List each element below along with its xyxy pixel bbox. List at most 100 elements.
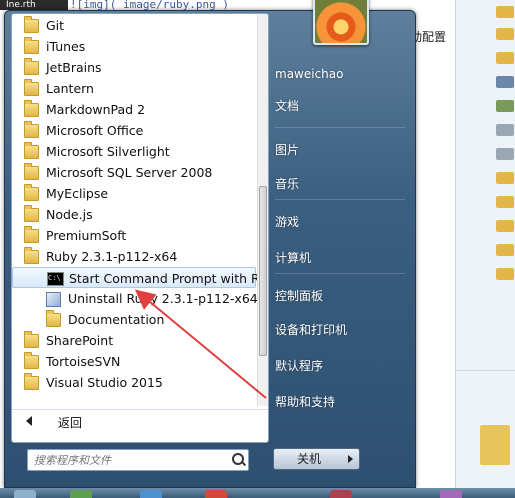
program-label: Ruby 2.3.1-p112-x64	[46, 249, 178, 264]
program-list: Git iTunes JetBrains Lantern MarkdownPad 2 Mi…	[12, 14, 268, 406]
folder-icon	[24, 121, 39, 138]
program-label: PremiumSoft	[46, 228, 127, 243]
explorer-folder-icon	[496, 28, 514, 40]
start-right-item-devices-printers[interactable]: 设备和打印机	[275, 319, 407, 341]
taskbar-app-icon[interactable]	[70, 490, 92, 498]
program-folder-item[interactable]: JetBrains	[12, 57, 256, 78]
program-folder-item[interactable]: Microsoft Silverlight	[12, 141, 256, 162]
folder-icon	[24, 100, 39, 117]
drive-icon	[496, 148, 514, 160]
program-folder-item[interactable]: MyEclipse	[12, 183, 256, 204]
start-menu-right-pane: maweichao 文档图片音乐游戏计算机控制面板设备和打印机 默认程序帮助和支持…	[267, 0, 415, 487]
editor-tab[interactable]: Ine.rth	[0, 0, 68, 10]
computer-icon	[496, 76, 514, 88]
taskbar-app-icon[interactable]	[205, 490, 227, 498]
program-folder-item[interactable]: SharePoint	[12, 330, 256, 351]
drive-icon	[496, 100, 514, 112]
program-label: TortoiseSVN	[46, 354, 121, 369]
program-label: Microsoft Office	[46, 123, 144, 138]
program-folder-item[interactable]: Node.js	[12, 204, 256, 225]
back-arrow-icon	[26, 416, 32, 426]
program-label: Documentation	[68, 312, 165, 327]
program-label: Microsoft Silverlight	[46, 144, 170, 159]
folder-icon	[24, 373, 39, 390]
program-folder-item[interactable]: PremiumSoft	[12, 225, 256, 246]
large-folder-icon	[480, 425, 510, 465]
program-label: Uninstall Ruby 2.3.1-p112-x64	[68, 291, 258, 306]
explorer-folder-icon	[496, 244, 514, 256]
program-shortcut-item[interactable]: Documentation	[12, 309, 256, 330]
user-name-link[interactable]: maweichao	[275, 63, 407, 85]
program-label: SharePoint	[46, 333, 114, 348]
program-folder-item[interactable]: TortoiseSVN	[12, 351, 256, 372]
scrollbar-thumb[interactable]	[259, 186, 267, 356]
back-label: 返回	[58, 416, 83, 430]
folder-icon	[24, 184, 39, 201]
explorer-side-pane	[455, 0, 515, 498]
program-folder-item[interactable]: Microsoft Office	[12, 120, 256, 141]
folder-icon	[24, 205, 39, 222]
markdown-code-line: ![img]( image/ruby.png )	[70, 0, 229, 11]
program-folder-item[interactable]: Microsoft SQL Server 2008	[12, 162, 256, 183]
program-folder-item[interactable]: iTunes	[12, 36, 256, 57]
right-pane-separator	[275, 199, 405, 200]
user-avatar[interactable]	[313, 0, 369, 45]
program-folder-item[interactable]: Ruby 2.3.1-p112-x64	[12, 246, 256, 267]
program-label: iTunes	[46, 39, 86, 54]
folder-icon	[24, 226, 39, 243]
program-label: Git	[46, 18, 65, 33]
program-shortcut-item[interactable]: C:\ Start Command Prompt with Ruby	[12, 267, 268, 288]
start-right-item-documents[interactable]: 文档	[275, 95, 407, 117]
start-right-item-control-panel[interactable]: 控制面板	[275, 285, 407, 307]
program-folder-item[interactable]: Lantern	[12, 78, 256, 99]
program-label: Microsoft SQL Server 2008	[46, 165, 213, 180]
start-right-item-computer[interactable]: 计算机	[275, 247, 407, 269]
folder-icon	[46, 310, 61, 327]
program-folder-item[interactable]: Visual Studio 2015	[12, 372, 256, 393]
search-icon[interactable]	[232, 453, 244, 465]
program-label: JetBrains	[46, 60, 102, 75]
start-right-item-help-support[interactable]: 帮助和支持	[275, 391, 407, 413]
search-input[interactable]	[32, 451, 226, 469]
back-button[interactable]: 返回	[12, 409, 268, 434]
folder-icon	[24, 79, 39, 96]
shutdown-options-button[interactable]	[343, 448, 360, 470]
program-label: Start Command Prompt with Ruby	[69, 271, 269, 286]
command-prompt-icon: C:\	[47, 272, 64, 286]
program-label: Lantern	[46, 81, 94, 96]
folder-icon	[24, 58, 39, 75]
folder-icon	[24, 142, 39, 159]
start-right-item-music[interactable]: 音乐	[275, 173, 407, 195]
explorer-folder-icon	[496, 172, 514, 184]
explorer-folder-icon	[496, 196, 514, 208]
uninstall-icon	[46, 292, 61, 307]
explorer-folder-icon	[496, 268, 514, 280]
search-box[interactable]	[27, 449, 249, 471]
folder-icon	[24, 163, 39, 180]
program-folder-item[interactable]: Git	[12, 15, 256, 36]
start-right-item-games[interactable]: 游戏	[275, 211, 407, 233]
folder-icon	[24, 16, 39, 33]
program-label: MarkdownPad 2	[46, 102, 146, 117]
taskbar-app-icon[interactable]	[140, 490, 162, 498]
start-menu: Git iTunes JetBrains Lantern MarkdownPad 2 Mi…	[4, 0, 416, 488]
start-right-item-default-programs[interactable]: 默认程序	[275, 355, 407, 377]
folder-icon	[24, 352, 39, 369]
folder-icon	[24, 331, 39, 348]
folder-icon	[24, 247, 39, 264]
start-orb-icon[interactable]	[14, 490, 36, 498]
folder-icon	[24, 37, 39, 54]
explorer-folder-icon	[496, 6, 514, 18]
program-shortcut-item[interactable]: Uninstall Ruby 2.3.1-p112-x64	[12, 288, 258, 309]
right-pane-separator	[275, 273, 405, 274]
taskbar-app-icon[interactable]	[440, 490, 462, 498]
start-right-item-pictures[interactable]: 图片	[275, 139, 407, 161]
program-label: Visual Studio 2015	[46, 375, 163, 390]
taskbar-app-icon[interactable]	[330, 490, 352, 498]
divider	[456, 370, 515, 371]
right-pane-separator	[275, 127, 405, 128]
program-folder-item[interactable]: MarkdownPad 2	[12, 99, 256, 120]
drive-icon	[496, 124, 514, 136]
program-label: MyEclipse	[46, 186, 109, 201]
shutdown-button[interactable]: 关机	[273, 448, 345, 470]
